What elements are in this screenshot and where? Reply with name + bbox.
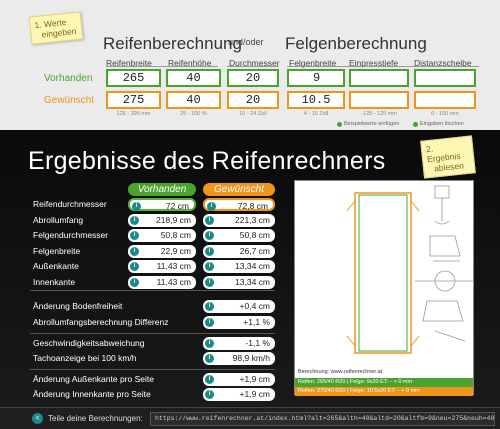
felgenberechnung-heading: Felgenberechnung <box>285 34 427 53</box>
result-vorhanden-value: i 11,43 cm <box>128 260 196 273</box>
divider <box>30 333 275 334</box>
dot-icon <box>337 121 342 127</box>
info-icon[interactable]: i <box>205 354 214 363</box>
diff-label: Tachoanzeige bei 100 km/h <box>33 353 137 363</box>
range-reifenhoehe: 25 - 100 % <box>180 111 207 117</box>
gewuenscht-einpresstiefe-input[interactable] <box>349 91 409 109</box>
info-icon[interactable]: i <box>205 339 214 348</box>
tag-vorhanden: Vorhanden <box>128 183 196 196</box>
diagram-caption: Berechnung: www.reifenrechner.at <box>298 369 383 375</box>
share-url-field[interactable]: https://www.reifenrechner.at/index.html?… <box>150 412 495 426</box>
diff-value: i +0,4 cm <box>203 300 275 313</box>
result-gewuenscht-value: i 221,3 cm <box>203 213 275 227</box>
input-panel: 1. Werte eingeben Reifenberechnung und/o… <box>0 0 500 130</box>
range-einpresstiefe: -125 - 125 mm <box>361 111 397 117</box>
diff-label: Geschwindigkeitsabweichung <box>33 338 145 348</box>
info-icon[interactable]: i <box>205 246 214 256</box>
result-label: Abrollumfang <box>33 214 84 225</box>
share-label: Teile deine Berechnungen: <box>48 414 143 423</box>
beispielwerte-link[interactable]: Beispielwerte einfügen <box>337 121 399 127</box>
und-oder-label: und/oder <box>228 37 264 47</box>
divider <box>30 369 275 370</box>
info-icon[interactable]: i <box>130 246 139 256</box>
dot-icon <box>413 121 418 127</box>
share-icon: < <box>32 413 43 424</box>
diff-value: i +1,1 % <box>203 316 275 329</box>
diff-value: i -1,1 % <box>203 337 275 350</box>
row-label-gewuenscht: Gewünscht <box>44 95 95 106</box>
share-bar: < Teile deine Berechnungen: https://www.… <box>0 407 500 429</box>
vorhanden-felgenbreite-input[interactable]: 9 <box>287 69 345 87</box>
vorhanden-reifenhoehe-input[interactable]: 40 <box>166 69 221 87</box>
info-icon[interactable]: i <box>130 262 139 271</box>
divider <box>30 290 275 291</box>
info-icon[interactable]: i <box>130 277 139 287</box>
info-icon[interactable]: i <box>130 231 139 240</box>
result-gewuenscht-value: i 13,34 cm <box>203 275 275 289</box>
info-icon[interactable]: i <box>205 302 214 311</box>
diff-value: i +1,9 cm <box>203 373 275 386</box>
diagram-bar-gewuenscht: Reifen: 275/40 R20 | Felge: 10.5x20 ET- … <box>295 387 473 396</box>
result-gewuenscht-value: i 13,34 cm <box>203 260 275 273</box>
result-label: Reifendurchmesser <box>33 199 107 209</box>
result-label: Außenkante <box>33 261 79 271</box>
step2-note: 2. Ergebnis ablesen <box>420 135 476 179</box>
divider <box>227 66 279 67</box>
result-label: Innenkante <box>33 276 76 287</box>
gewuenscht-reifenhoehe-input[interactable]: 40 <box>166 91 221 109</box>
result-gewuenscht-value: i 26,7 cm <box>203 244 275 258</box>
info-icon[interactable]: i <box>205 215 214 225</box>
diagram-bar-vorhanden: Reifen: 265/40 R20 | Felge: 9x20 ET- - +… <box>295 378 473 387</box>
divider <box>287 66 479 67</box>
info-icon[interactable]: i <box>205 277 214 287</box>
info-icon[interactable]: i <box>130 215 139 225</box>
vorhanden-distanzscheibe-input[interactable] <box>414 69 476 87</box>
result-gewuenscht-value: i 72,8 cm <box>203 198 275 211</box>
step1-note: 1. Werte eingeben <box>28 11 84 45</box>
wheel-illustration <box>346 185 473 354</box>
result-vorhanden-value: i 50,8 cm <box>128 229 196 242</box>
divider <box>106 66 218 67</box>
wheel-diagram: Berechnung: www.reifenrechner.at Reifen:… <box>294 180 474 396</box>
gewuenscht-felgenbreite-input[interactable]: 10.5 <box>287 91 345 109</box>
info-icon[interactable]: i <box>207 202 216 211</box>
diff-label: Änderung Außenkante pro Seite <box>33 374 154 384</box>
diff-label: Änderung Bodenfreiheit <box>33 301 123 311</box>
info-icon[interactable]: i <box>205 318 214 327</box>
results-title: Ergebnisse des Reifenrechners <box>28 147 386 175</box>
row-label-vorhanden: Vorhanden <box>44 73 93 84</box>
result-label: Felgendurchmesser <box>33 230 109 240</box>
reifenberechnung-heading: Reifenberechnung <box>103 34 242 53</box>
info-icon[interactable]: i <box>132 202 141 211</box>
result-gewuenscht-value: i 50,8 cm <box>203 229 275 242</box>
info-icon[interactable]: i <box>205 390 214 399</box>
range-felgenbreite: 4 - 15 Zoll <box>303 111 329 117</box>
tag-gewuenscht: Gewünscht <box>203 183 275 196</box>
vorhanden-durchmesser-input[interactable]: 20 <box>227 69 279 87</box>
result-vorhanden-value: i 72 cm <box>128 198 196 211</box>
vorhanden-einpresstiefe-input[interactable] <box>349 69 409 87</box>
result-label: Felgenbreite <box>33 245 81 256</box>
info-icon[interactable]: i <box>205 262 214 271</box>
diff-value: i 98,9 km/h <box>203 352 275 365</box>
info-icon[interactable]: i <box>205 375 214 384</box>
vorhanden-reifenbreite-input[interactable]: 265 <box>106 69 161 87</box>
diff-value: i +1,9 cm <box>203 388 275 401</box>
range-reifenbreite: 125 - 395 mm <box>116 111 151 117</box>
gewuenscht-distanzscheibe-input[interactable] <box>414 91 476 109</box>
gewuenscht-durchmesser-input[interactable]: 20 <box>227 91 279 109</box>
result-vorhanden-value: i 218,9 cm <box>128 213 196 227</box>
diff-label: Abrollumfangsberechnung Differenz <box>33 317 169 327</box>
result-vorhanden-value: i 11,43 cm <box>128 275 196 289</box>
diff-label: Änderung Innenkante pro Seite <box>33 389 151 399</box>
range-distanzscheibe: 0 - 100 mm <box>431 111 459 117</box>
result-vorhanden-value: i 22,9 cm <box>128 244 196 258</box>
range-durchmesser: 10 - 24 Zoll <box>239 111 267 117</box>
eingaben-loeschen-link[interactable]: Eingaben löschen <box>413 121 464 127</box>
gewuenscht-reifenbreite-input[interactable]: 275 <box>106 91 161 109</box>
info-icon[interactable]: i <box>205 231 214 240</box>
